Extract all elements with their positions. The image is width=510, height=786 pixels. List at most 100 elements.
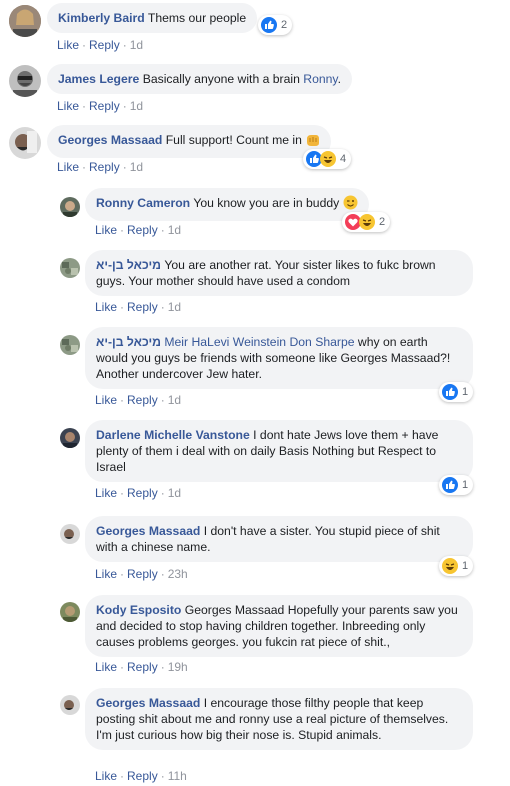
- reply-button[interactable]: Reply: [127, 660, 158, 674]
- reply-button[interactable]: Reply: [127, 567, 158, 581]
- comment-bubble: Georges Massaad I don't have a sister. Y…: [85, 516, 473, 562]
- avatar[interactable]: [60, 524, 80, 544]
- like-button[interactable]: Like: [95, 660, 117, 674]
- like-button[interactable]: Like: [95, 486, 117, 500]
- reply-button[interactable]: Reply: [89, 160, 120, 174]
- comment-actions: Like · Reply · 1d: [57, 38, 144, 52]
- like-button[interactable]: Like: [95, 393, 117, 407]
- avatar[interactable]: [9, 5, 41, 37]
- avatar[interactable]: [60, 335, 80, 355]
- comment-actions: Like · Reply · 1d: [57, 160, 144, 174]
- reaction-summary[interactable]: 4: [303, 149, 352, 169]
- comment-actions: Like · Reply · 1d: [57, 99, 144, 113]
- avatar-image: [9, 5, 41, 37]
- avatar[interactable]: [60, 602, 80, 622]
- avatar-image: [60, 258, 80, 278]
- reply-button[interactable]: Reply: [89, 99, 120, 113]
- reaction-summary[interactable]: 2: [258, 15, 293, 35]
- comment-bubble: Georges Massaad Full support! Count me i…: [47, 125, 332, 158]
- timestamp[interactable]: 1d: [168, 393, 181, 407]
- avatar-image: [60, 197, 80, 217]
- haha-reaction-icon: [320, 151, 336, 167]
- like-reaction-icon: [442, 477, 458, 493]
- avatar[interactable]: [60, 258, 80, 278]
- comment-bubble: Darlene Michelle Vanstone I dont hate Je…: [85, 420, 473, 482]
- comment-bubble: מיכאל בן-יא You are another rat. Your si…: [85, 250, 473, 296]
- comment-actions: Like · Reply · 1d: [95, 300, 182, 314]
- avatar-image: [9, 65, 41, 97]
- reply-button[interactable]: Reply: [127, 223, 158, 237]
- reply-button[interactable]: Reply: [89, 38, 120, 52]
- reaction-count: 1: [462, 560, 469, 572]
- like-button[interactable]: Like: [95, 300, 117, 314]
- comment-bubble: Kimberly Baird Thems our people: [47, 3, 258, 33]
- timestamp[interactable]: 19h: [168, 660, 188, 674]
- timestamp[interactable]: 1d: [168, 486, 181, 500]
- comment-text: Thems our people: [147, 11, 247, 25]
- comment-author[interactable]: מיכאל בן-יא: [96, 335, 161, 349]
- reaction-count: 1: [462, 386, 469, 398]
- comment-actions: Like · Reply · 11h: [95, 769, 187, 783]
- comment-actions: Like · Reply · 1d: [95, 486, 182, 500]
- comment-author[interactable]: Georges Massaad: [96, 524, 200, 538]
- comment-author[interactable]: מיכאל בן-יא: [96, 258, 161, 272]
- avatar-image: [60, 602, 80, 622]
- reaction-summary[interactable]: 1: [439, 475, 474, 495]
- reaction-summary[interactable]: 1: [439, 382, 474, 402]
- like-button[interactable]: Like: [95, 769, 117, 783]
- reaction-summary[interactable]: 1: [439, 556, 474, 576]
- comment-actions: Like · Reply · 19h: [95, 660, 188, 674]
- comment-author[interactable]: James Legere: [58, 72, 139, 86]
- comment-text: Full support! Count me in: [165, 133, 306, 147]
- comment-bubble: Kody Esposito Georges Massaad Hopefully …: [85, 595, 473, 657]
- timestamp[interactable]: 1d: [168, 300, 181, 314]
- reaction-summary[interactable]: 2: [342, 212, 391, 232]
- comment-text: Basically anyone with a brain: [142, 72, 304, 86]
- like-button[interactable]: Like: [57, 99, 79, 113]
- reply-button[interactable]: Reply: [127, 300, 158, 314]
- like-reaction-icon: [442, 384, 458, 400]
- comment-author[interactable]: Darlene Michelle Vanstone: [96, 428, 250, 442]
- comment-actions: Like · Reply · 1d: [95, 393, 182, 407]
- comment-text: You know you are in buddy: [193, 196, 343, 210]
- comment-author[interactable]: Georges Massaad: [58, 133, 162, 147]
- like-button[interactable]: Like: [95, 567, 117, 581]
- mention-link[interactable]: Ronny: [303, 72, 337, 86]
- like-button[interactable]: Like: [57, 38, 79, 52]
- comment-author[interactable]: Kody Esposito: [96, 603, 181, 617]
- reply-button[interactable]: Reply: [127, 486, 158, 500]
- comment-actions: Like · Reply · 1d: [95, 223, 182, 237]
- haha-reaction-icon: [359, 214, 375, 230]
- comment-author[interactable]: Kimberly Baird: [58, 11, 145, 25]
- comment-author[interactable]: Ronny Cameron: [96, 196, 190, 210]
- reaction-count: 2: [379, 216, 386, 228]
- avatar[interactable]: [60, 197, 80, 217]
- reply-button[interactable]: Reply: [127, 393, 158, 407]
- comment-author[interactable]: Georges Massaad: [96, 696, 200, 710]
- timestamp[interactable]: 1d: [130, 38, 143, 52]
- avatar[interactable]: [9, 65, 41, 97]
- reply-button[interactable]: Reply: [127, 769, 158, 783]
- haha-reaction-icon: [442, 558, 458, 574]
- like-button[interactable]: Like: [95, 223, 117, 237]
- avatar-image: [60, 428, 80, 448]
- reaction-count: 1: [462, 479, 469, 491]
- reaction-count: 4: [340, 153, 347, 165]
- reaction-count: 2: [281, 19, 288, 31]
- timestamp[interactable]: 1d: [130, 160, 143, 174]
- comment-bubble: Georges Massaad I encourage those filthy…: [85, 688, 473, 750]
- avatar-image: [60, 335, 80, 355]
- avatar[interactable]: [9, 127, 41, 159]
- avatar-image: [60, 695, 80, 715]
- comment-actions: Like · Reply · 23h: [95, 567, 188, 581]
- timestamp[interactable]: 23h: [168, 567, 188, 581]
- like-reaction-icon: [261, 17, 277, 33]
- like-button[interactable]: Like: [57, 160, 79, 174]
- timestamp[interactable]: 1d: [130, 99, 143, 113]
- timestamp[interactable]: 11h: [168, 769, 187, 783]
- comment-bubble: Ronny Cameron You know you are in buddy: [85, 188, 369, 221]
- mention-link[interactable]: Meir HaLevi Weinstein Don Sharpe: [164, 335, 354, 349]
- timestamp[interactable]: 1d: [168, 223, 181, 237]
- avatar[interactable]: [60, 428, 80, 448]
- avatar[interactable]: [60, 695, 80, 715]
